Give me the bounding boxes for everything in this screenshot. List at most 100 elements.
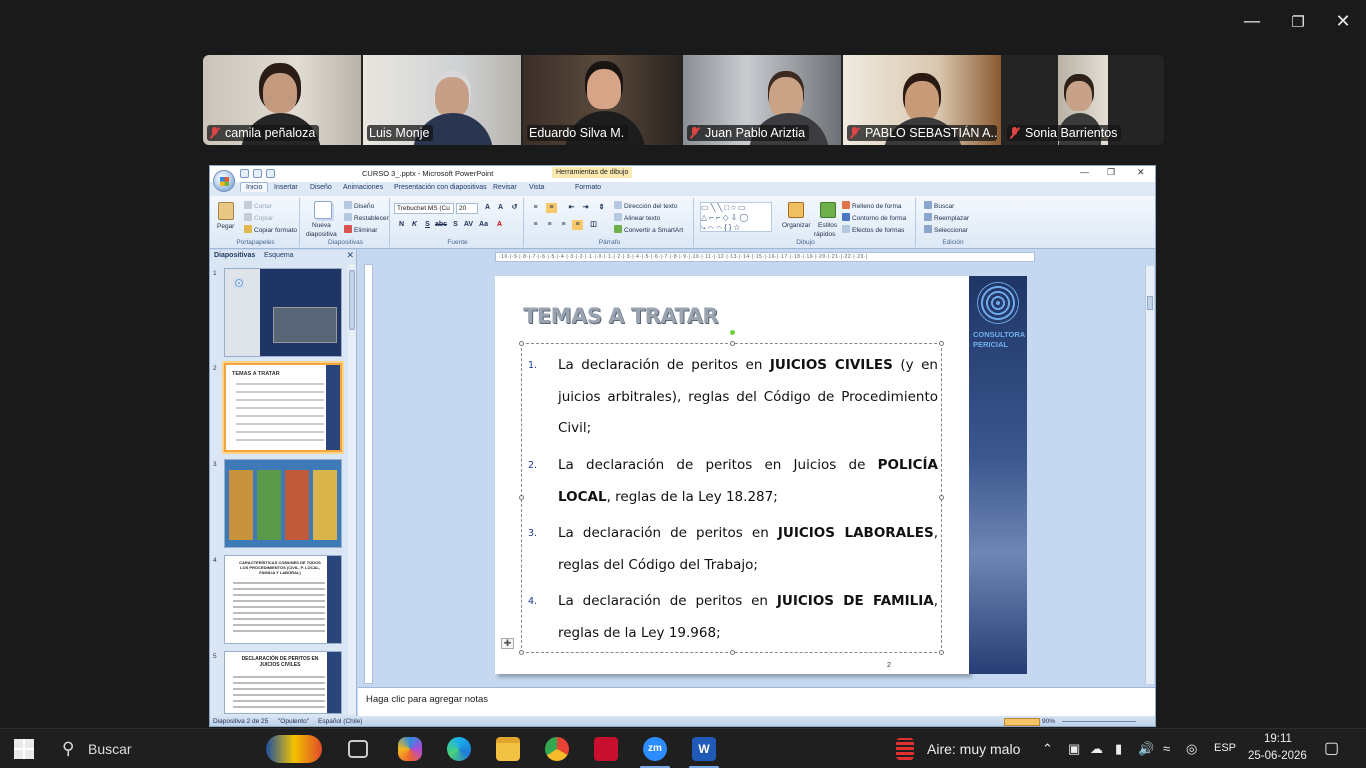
paste-button[interactable]: Pegar [217, 223, 234, 230]
delete-slide-button[interactable]: Eliminar [344, 225, 377, 234]
file-explorer-icon[interactable] [496, 737, 520, 761]
microphone-icon[interactable]: ◎ [1186, 741, 1197, 757]
clock-time[interactable]: 19:11 [1264, 733, 1292, 745]
tab-insertar[interactable]: Insertar [274, 184, 298, 191]
clock-date[interactable]: 25-06-2026 [1248, 750, 1307, 762]
numbering-button[interactable]: ≡ [546, 203, 557, 213]
shape-outline-button[interactable]: Contorno de forma [842, 213, 906, 222]
ppt-close-button[interactable]: ✕ [1137, 167, 1145, 178]
slide-thumbnail-3[interactable] [224, 459, 342, 548]
columns-button[interactable]: ◫ [588, 220, 599, 230]
bullets-button[interactable]: ≡ [530, 203, 541, 213]
tab-formato[interactable]: Formato [575, 184, 601, 191]
tab-outline[interactable]: Esquema [264, 252, 294, 259]
resize-handle[interactable] [939, 495, 944, 500]
spacing-button[interactable]: AV [463, 220, 474, 230]
paste-options-icon[interactable]: ✚ [501, 638, 514, 649]
participant-tile-active[interactable]: Eduardo Silva M. [523, 55, 681, 145]
align-center-button[interactable]: ≡ [544, 220, 555, 230]
volume-icon[interactable]: 🔊 [1138, 741, 1154, 757]
close-button[interactable]: ✕ [1329, 10, 1357, 34]
zoom-slider[interactable] [1062, 721, 1136, 722]
meet-icon[interactable]: ▣ [1068, 741, 1080, 757]
format-painter-button[interactable]: Copiar formato [244, 225, 297, 234]
resize-handle[interactable] [939, 341, 944, 346]
slide-thumbnail-1[interactable] [224, 268, 342, 357]
tab-presentacion[interactable]: Presentación con diapositivas [394, 184, 487, 191]
editor-scrollbar[interactable] [1145, 266, 1154, 684]
restore-button[interactable]: ❐ [1284, 10, 1312, 34]
ppt-restore-button[interactable]: ❐ [1107, 167, 1115, 178]
new-slide-button[interactable]: Nueva [312, 222, 331, 229]
bold-button[interactable]: N [396, 220, 407, 230]
acrobat-icon[interactable] [594, 737, 618, 761]
smartart-button[interactable]: Convertir a SmartArt [614, 225, 683, 234]
quick-styles-button[interactable]: Estilos [818, 222, 837, 229]
justify-button[interactable]: ≡ [572, 220, 583, 230]
find-button[interactable]: Buscar [924, 201, 954, 210]
minimize-button[interactable]: — [1238, 10, 1266, 34]
grow-font-button[interactable]: A [482, 203, 493, 213]
language-status[interactable]: Español (Chile) [318, 718, 362, 725]
tab-diseno[interactable]: Diseño [310, 184, 332, 191]
participant-tile[interactable]: Luis Monje [363, 55, 521, 145]
language-indicator[interactable]: ESP [1214, 742, 1236, 754]
notifications-icon[interactable]: ▢ [1324, 738, 1339, 758]
shape-effects-button[interactable]: Efectos de formas [842, 225, 904, 234]
content-textbox[interactable]: 1. La declaración de peritos en JUICIOS … [519, 330, 944, 655]
font-color-button[interactable]: A [494, 220, 505, 230]
strikethrough-button[interactable]: abc [435, 220, 447, 230]
case-button[interactable]: Aa [478, 220, 489, 230]
slide-canvas[interactable]: TEMAS A TRATAR 1. La declaración de peri… [495, 276, 969, 674]
tab-slides[interactable]: Diapositivas [214, 252, 255, 259]
line-spacing-button[interactable]: ⇕ [596, 203, 607, 213]
new-slide-dropdown[interactable]: diapositiva [306, 231, 337, 238]
quick-styles-dropdown[interactable]: rápidos [814, 231, 835, 238]
text-direction-button[interactable]: Dirección del texto [614, 201, 677, 210]
office-button[interactable] [213, 170, 235, 192]
quick-access-toolbar[interactable] [240, 169, 275, 178]
resize-handle[interactable] [730, 341, 735, 346]
view-buttons[interactable] [1004, 718, 1040, 726]
align-right-button[interactable]: ≡ [558, 220, 569, 230]
shapes-gallery[interactable]: ▭╲╲□○▭ △⌐⌐◇⇩◯ ⤷⌒⌒{}☆ [700, 202, 772, 232]
edge-icon[interactable] [447, 737, 471, 761]
cloud-icon[interactable]: ☁ [1090, 741, 1103, 757]
chevron-up-icon[interactable]: ⌃ [1042, 741, 1053, 757]
notes-pane[interactable]: Haga clic para agregar notas [358, 687, 1155, 716]
word-icon[interactable]: W [692, 737, 716, 761]
air-quality-icon[interactable] [896, 738, 914, 760]
slide-thumbnail-5[interactable]: DECLARACIÓN DE PERITOS EN JUICIOS CIVILE… [224, 651, 342, 714]
tab-revisar[interactable]: Revisar [493, 184, 517, 191]
copilot-icon[interactable] [398, 737, 422, 761]
tab-animaciones[interactable]: Animaciones [343, 184, 383, 191]
zoom-level[interactable]: 90% [1042, 718, 1055, 725]
resize-handle[interactable] [730, 650, 735, 655]
weather-status[interactable]: Aire: muy malo [927, 741, 1020, 757]
shape-fill-button[interactable]: Relleno de forma [842, 201, 902, 210]
participant-tile[interactable]: PABLO SEBASTIÁN A... [843, 55, 1001, 145]
task-view-icon[interactable] [348, 740, 368, 758]
rotation-handle[interactable] [730, 330, 735, 335]
resize-handle[interactable] [519, 495, 524, 500]
slide-title[interactable]: TEMAS A TRATAR [523, 304, 719, 328]
shrink-font-button[interactable]: A [495, 203, 506, 213]
participant-tile[interactable]: Sonia Barrientos [1003, 55, 1164, 145]
slide-thumbnail-4[interactable]: CARACTERÍSTICAS COMUNES DE TODOS LOS PRO… [224, 555, 342, 644]
panel-close-icon[interactable]: ✕ [346, 250, 354, 261]
decrease-indent-button[interactable]: ⇤ [566, 203, 577, 213]
zoom-app-icon[interactable]: zm [643, 737, 667, 761]
participant-tile[interactable]: Juan Pablo Ariztia [683, 55, 841, 145]
battery-icon[interactable]: ▮ [1115, 741, 1122, 757]
ppt-minimize-button[interactable]: — [1080, 167, 1089, 177]
underline-button[interactable]: S [422, 220, 433, 230]
increase-indent-button[interactable]: ⇥ [580, 203, 591, 213]
align-text-button[interactable]: Alinear texto [614, 213, 660, 222]
layout-button[interactable]: Diseño [344, 201, 374, 210]
tab-vista[interactable]: Vista [529, 184, 544, 191]
resize-handle[interactable] [519, 341, 524, 346]
search-box[interactable]: ⚲ Buscar [52, 735, 322, 763]
select-button[interactable]: Seleccionar [924, 225, 968, 234]
resize-handle[interactable] [939, 650, 944, 655]
align-left-button[interactable]: ≡ [530, 220, 541, 230]
